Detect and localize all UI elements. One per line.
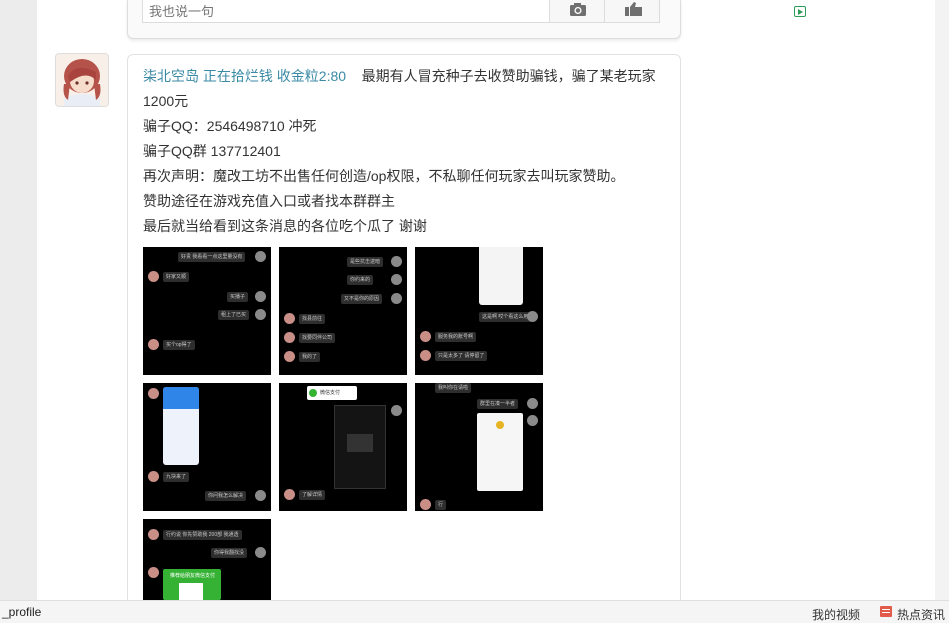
my-videos-link[interactable]: 我的视频 [812,606,860,623]
chat-bubble: 你得我翻找没 [211,548,248,558]
chat-avatar-icon [255,251,266,262]
chat-avatar-icon [284,313,295,324]
qr-code-icon [179,583,203,600]
chat-avatar-icon [148,567,159,578]
video-play-icon [794,6,806,17]
post-line: 再次声明：魔改工坊不出售任何创造/op权限，不私聊任何玩家去叫玩家赞助。 [143,168,625,184]
chat-avatar-icon [148,471,159,482]
post-content: 柒北空岛 正在拾烂钱 收金粒2:80 最期有人冒充种子去收赞助骗钱，骗了某老玩家… [143,64,663,239]
phone-screenshot [477,413,523,491]
browser-status-bar: _profile [0,600,949,623]
video-frame [334,405,386,489]
chat-bubble: 服务我的账号啊 [435,332,477,342]
chat-avatar-icon [148,339,159,350]
post-image-2[interactable]: 是些抗击逮暗 你约来的 又不是你的原因 找县前往 找要同伴公司 我的了 [279,247,407,375]
chat-bubble: 又不是你的原因 [341,294,383,304]
comment-input[interactable] [142,0,550,23]
upload-image-button[interactable] [549,0,605,23]
chat-avatar-icon [527,415,538,426]
post-line: 骗子QQ：2546498710 冲死 [143,118,317,134]
phone-screenshot [479,247,523,305]
chat-avatar-icon [284,489,295,500]
thumb-like-icon [625,2,642,16]
post-image-6[interactable]: 我叫你在请啦 群里在凑一半者 行 [415,383,543,511]
chat-bubble: 买播子 [227,292,249,302]
post-image-4[interactable]: 九块来了 你问我怎么解决 [143,383,271,511]
post-image-7[interactable]: 行约说 你先赞助我 200部 我通透 你得我翻找没 推荐给朋友微信支付 [143,519,271,600]
wechat-pay-icon [309,389,317,397]
chat-avatar-icon [527,398,538,409]
post-line: 赞助途径在游戏充值入口或者找本群群主 [143,193,395,209]
chat-bubble: 九块来了 [163,472,190,482]
post-image-5[interactable]: 微信支付 了解详情 [279,383,407,511]
chat-bubble: 找县前往 [299,314,326,324]
chat-avatar-icon [255,547,266,558]
chat-bubble: 买个op得了 [163,340,195,350]
chat-avatar-icon [284,332,295,343]
like-button[interactable] [604,0,660,23]
post-line: 骗子QQ群 137712401 [143,143,281,159]
chat-bubble: 好贵 我看看一点这里量没有 [178,252,246,262]
chat-avatar-icon [284,351,295,362]
chat-avatar-icon [255,309,266,320]
chat-bubble: 我叫你在请啦 [435,383,472,393]
comment-box [127,0,681,39]
chat-bubble: 我的了 [299,352,321,362]
chat-bubble: 行约说 你先赞助我 200部 我通透 [163,530,242,540]
chat-bubble: 了解详情 [299,490,326,500]
page-margin [935,0,949,600]
chat-bubble: 是些抗击逮暗 [347,257,384,267]
chat-avatar-icon [148,271,159,282]
post-first-line: 柒北空岛 正在拾烂钱 收金粒2:80 最期有人冒充种子去收赞助骗钱，骗了某老玩家… [143,64,663,114]
chat-avatar-icon [391,274,402,285]
post-image-3[interactable]: 这是啊 哎个看这么用 服务我的账号啊 只是太多了 请停留了 [415,247,543,375]
anime-avatar-icon [56,54,108,106]
chat-bubble: 你问我怎么解决 [205,491,247,501]
chat-bubble: 推荐给朋友微信支付 [170,573,216,579]
chat-avatar-icon [255,490,266,501]
wechat-pay-card: 推荐给朋友微信支付 [163,569,221,600]
author-name-link[interactable]: 柒北空岛 正在拾烂钱 收金粒2:80 [143,68,346,84]
chat-avatar-icon [255,291,266,302]
chat-avatar-icon [420,350,431,361]
chat-avatar-icon [527,311,538,322]
chat-bubble: 群里在凑一半者 [477,399,519,409]
chat-bubble: 找要同伴公司 [299,333,336,343]
post-line: 最后就当给看到这条消息的各位吃个瓜了 谢谢 [143,218,427,234]
chat-bubble: 只是太多了 请停留了 [435,351,488,361]
avatar[interactable] [55,53,109,107]
chat-avatar-icon [148,529,159,540]
chat-bubble: 好家又顺 [163,272,190,282]
camera-icon [570,3,586,16]
chat-bubble: 微信支付 [320,390,341,396]
hot-news-link[interactable]: 热点资讯 [897,606,945,623]
news-icon [880,606,892,617]
chat-bubble: 租上了已买 [218,310,250,320]
phone-screenshot [163,387,199,465]
chat-avatar-icon [420,499,431,510]
chat-avatar-icon [391,293,402,304]
chat-avatar-icon [391,405,402,416]
chat-bubble: 行 [435,500,447,510]
post-image-1[interactable]: 好贵 我看看一点这里量没有 好家又顺 买播子 租上了已买 买个op得了 [143,247,271,375]
status-url: _profile [2,605,42,619]
chat-bubble: 你约来的 [347,275,374,285]
chat-avatar-icon [420,331,431,342]
chat-avatar-icon [391,256,402,267]
chat-avatar-icon [148,388,159,399]
chat-bubble: 这是啊 哎个看这么用 [479,312,532,322]
